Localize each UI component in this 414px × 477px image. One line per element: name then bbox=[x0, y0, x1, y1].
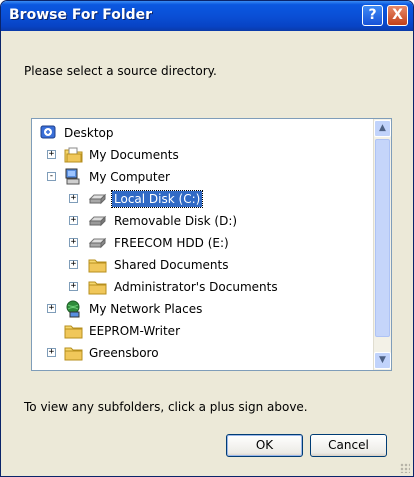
scroll-thumb[interactable] bbox=[375, 139, 390, 337]
expand-icon[interactable]: + bbox=[47, 150, 56, 159]
expand-icon[interactable]: + bbox=[69, 194, 78, 203]
collapse-icon[interactable]: - bbox=[47, 172, 56, 181]
scroll-up-button[interactable]: ▲ bbox=[374, 120, 391, 137]
hard-drive-icon bbox=[88, 190, 107, 208]
tree-item-label: Local Disk (C:) bbox=[110, 190, 204, 208]
tree-item[interactable]: EEPROM-Writer bbox=[32, 321, 372, 343]
close-button[interactable]: X bbox=[387, 5, 408, 26]
title-bar[interactable]: Browse For Folder ? X bbox=[1, 1, 413, 31]
tree-item[interactable]: Desktop bbox=[32, 123, 372, 145]
scroll-down-button[interactable]: ▼ bbox=[374, 352, 391, 369]
cancel-button[interactable]: Cancel bbox=[310, 434, 387, 457]
expand-icon[interactable]: + bbox=[69, 238, 78, 247]
tree-item-label: Desktop bbox=[64, 126, 114, 140]
tree-item-label: Shared Documents bbox=[114, 258, 229, 272]
tree-item-label: Removable Disk (D:) bbox=[114, 214, 238, 228]
tree-item-label: My Documents bbox=[89, 148, 179, 162]
prompt-text: Please select a source directory. bbox=[24, 64, 217, 78]
expand-icon[interactable]: + bbox=[47, 304, 56, 313]
removable-drive-icon bbox=[88, 212, 107, 230]
vertical-scrollbar[interactable]: ▲ ▼ bbox=[373, 119, 391, 370]
folder-tree[interactable]: Desktop + My Documents - My Computer + Local D… bbox=[31, 118, 392, 371]
expand-icon[interactable]: + bbox=[69, 282, 78, 291]
expand-icon[interactable]: + bbox=[47, 348, 56, 357]
tree-item[interactable]: + Administrator's Documents bbox=[32, 277, 372, 299]
folder-icon bbox=[88, 256, 107, 274]
hint-text: To view any subfolders, click a plus sig… bbox=[24, 400, 308, 414]
tree-item[interactable]: + My Network Places bbox=[32, 299, 372, 321]
hard-drive-icon bbox=[88, 234, 107, 252]
desktop-icon bbox=[39, 124, 58, 142]
expand-icon[interactable]: + bbox=[69, 260, 78, 269]
computer-icon bbox=[64, 168, 83, 186]
tree-item-label: Administrator's Documents bbox=[114, 280, 278, 294]
folder-icon bbox=[88, 278, 107, 296]
tree-item-label: FREECOM HDD (E:) bbox=[114, 236, 229, 250]
tree-item[interactable]: + Shared Documents bbox=[32, 255, 372, 277]
tree-item[interactable]: + Local Disk (C:) bbox=[32, 189, 372, 211]
tree-item[interactable]: + My Documents bbox=[32, 145, 372, 167]
tree-item[interactable]: + FREECOM HDD (E:) bbox=[32, 233, 372, 255]
documents-folder-icon bbox=[64, 146, 83, 164]
network-places-icon bbox=[64, 300, 83, 318]
dialog-title: Browse For Folder bbox=[9, 7, 153, 23]
tree-item-label: EEPROM-Writer bbox=[89, 324, 180, 338]
tree-item-label: Greensboro bbox=[89, 346, 159, 360]
tree-item[interactable]: - My Computer bbox=[32, 167, 372, 189]
tree-item-label: My Computer bbox=[89, 170, 170, 184]
browse-for-folder-dialog: Browse For Folder ? X Please select a so… bbox=[0, 0, 414, 477]
tree-item[interactable]: + Removable Disk (D:) bbox=[32, 211, 372, 233]
expand-icon[interactable]: + bbox=[69, 216, 78, 225]
help-button[interactable]: ? bbox=[362, 5, 383, 26]
folder-icon bbox=[64, 322, 83, 340]
tree-item[interactable]: + Greensboro bbox=[32, 343, 372, 365]
ok-button[interactable]: OK bbox=[226, 434, 303, 457]
tree-item-label: My Network Places bbox=[89, 302, 203, 316]
resize-grip[interactable] bbox=[400, 463, 410, 473]
folder-icon bbox=[64, 344, 83, 362]
